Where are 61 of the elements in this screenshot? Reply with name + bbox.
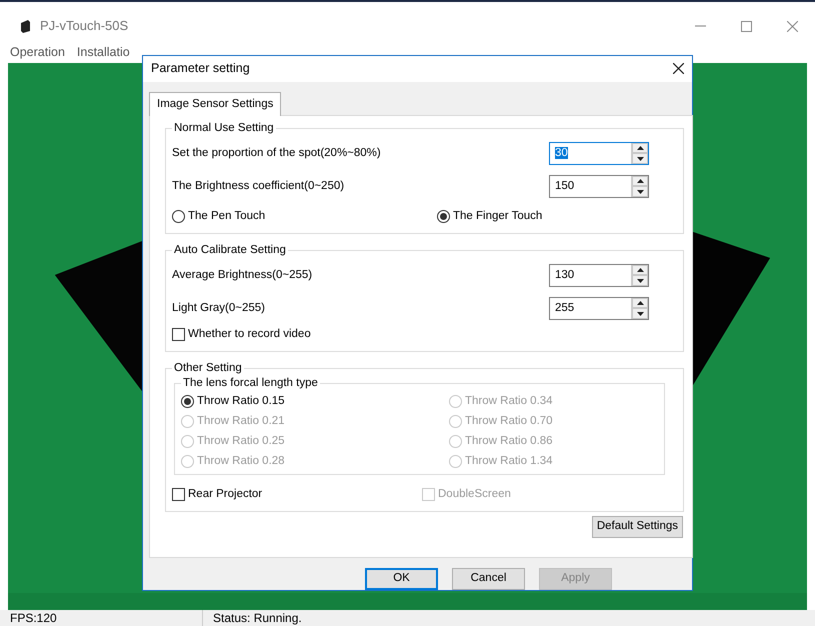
tab[interactable]: Image Sensor Settings	[149, 92, 282, 116]
spin-field[interactable]: 255	[549, 296, 649, 320]
radio-button[interactable]	[172, 210, 185, 224]
checkbox-label: Rear Projector	[188, 487, 262, 502]
close-icon	[673, 63, 684, 74]
checkbox-label: Whether to record video	[188, 327, 311, 342]
radio-label: Throw Ratio 0.15	[197, 394, 285, 410]
up-arrow-icon	[636, 268, 644, 272]
spin-down-button[interactable]	[632, 308, 648, 319]
menu-item[interactable]: Installatio	[76, 43, 130, 62]
spin-up-button[interactable]	[632, 176, 648, 186]
dialog-title: Parameter setting	[151, 60, 250, 78]
radio-label: The Finger Touch	[453, 209, 542, 224]
spin-up-button[interactable]	[632, 142, 648, 154]
status-text: FPS:120	[0, 610, 203, 626]
default-settings-button[interactable]: Default Settings	[592, 516, 683, 538]
radio-label: Throw Ratio 0.25	[197, 434, 285, 450]
radio-label: Throw Ratio 0.86	[465, 434, 553, 450]
group-label: Auto Calibrate Setting	[172, 242, 288, 257]
field-label: Light Gray(0~255)	[172, 300, 266, 316]
close-icon	[786, 20, 798, 32]
checkbox[interactable]	[172, 488, 185, 502]
field-label: Average Brightness(0~255)	[172, 268, 312, 283]
checkbox[interactable]	[172, 328, 185, 342]
spin-field[interactable]: 130	[549, 264, 649, 287]
checkbox-label: DoubleScreen	[438, 487, 511, 502]
spin-down-button[interactable]	[632, 186, 648, 197]
up-arrow-icon	[636, 179, 644, 184]
group-label: Normal Use Setting	[172, 120, 276, 135]
status-text: Status: Running.	[212, 610, 302, 626]
spin-up-button[interactable]	[632, 298, 648, 308]
field-label: Set the proportion of the spot(20%~80%)	[172, 146, 381, 161]
radio-label: Throw Ratio 0.21	[197, 414, 285, 430]
down-arrow-icon	[636, 156, 644, 161]
radio-button[interactable]	[437, 210, 450, 224]
spin-up-button[interactable]	[632, 264, 648, 276]
radio-label: Throw Ratio 1.34	[465, 454, 553, 470]
radio-label: Throw Ratio 0.28	[197, 454, 285, 470]
radio-label: The Pen Touch	[188, 209, 266, 224]
down-arrow-icon	[636, 190, 644, 194]
down-arrow-icon	[636, 312, 644, 316]
maximize-icon	[740, 20, 752, 32]
menu-item[interactable]: Operation	[10, 43, 65, 62]
dialog-button[interactable]: Cancel	[452, 568, 525, 590]
spin-field[interactable]: 150	[549, 174, 649, 198]
spin-down-button[interactable]	[632, 153, 648, 164]
window-title: PJ-vTouch-50S	[40, 17, 128, 36]
close-button[interactable]	[673, 63, 684, 74]
app-icon	[18, 18, 32, 34]
radio-button[interactable]	[181, 395, 194, 408]
radio-label: Throw Ratio 0.34	[465, 394, 553, 410]
spin-field[interactable]: 30	[549, 142, 649, 165]
field-label: The Brightness coefficient(0~250)	[172, 178, 344, 194]
down-arrow-icon	[636, 278, 644, 283]
spin-down-button[interactable]	[632, 275, 648, 286]
radio-label: Throw Ratio 0.70	[465, 414, 553, 430]
dialog-button[interactable]: OK	[365, 568, 438, 590]
up-arrow-icon	[636, 301, 644, 306]
group-label: The lens forcal length type	[181, 376, 320, 390]
group-label: Other Setting	[172, 360, 244, 375]
up-arrow-icon	[636, 146, 644, 150]
